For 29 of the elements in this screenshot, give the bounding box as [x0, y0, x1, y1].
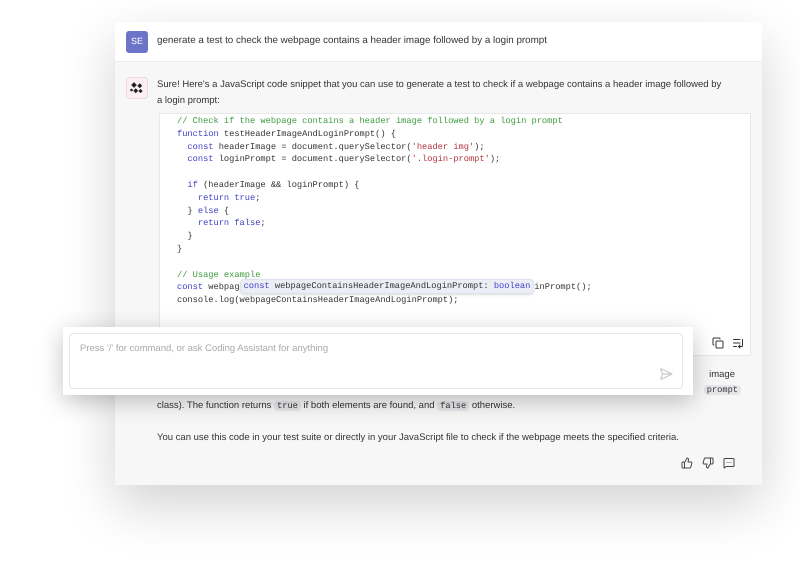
code-line: }	[186, 230, 193, 243]
paragraph-fragment: image	[709, 368, 735, 382]
code-line: return false;	[196, 217, 266, 230]
copy-icon[interactable]	[712, 337, 724, 349]
prompt-input[interactable]: Press '/' for command, or ask Coding Assistant for anything	[69, 333, 683, 389]
code-line: }	[177, 242, 182, 256]
code-line: // Usage example	[177, 268, 260, 282]
insert-icon[interactable]	[732, 337, 744, 349]
code-line: const headerImage = document.querySelector('header img');	[186, 140, 485, 154]
assistant-logo-icon	[126, 77, 148, 99]
type-tooltip: const webpageContainsHeaderImageAndLoginPrompt: boolean	[240, 279, 534, 294]
code-line: function testHeaderImageAndLoginPrompt() {	[177, 128, 396, 141]
code-line: if (headerImage && loginPrompt) {	[186, 178, 360, 192]
user-avatar: SE	[126, 30, 148, 52]
code-line: const loginPrompt = document.querySelector('.login-prompt');	[186, 153, 500, 166]
code-line: return true;	[196, 192, 260, 205]
thumbs-down-icon[interactable]	[702, 457, 714, 469]
code-line: const webpag	[177, 281, 240, 294]
code-line: } else {	[186, 204, 230, 218]
assistant-intro: Sure! Here's a JavaScript code snippet that you can use to generate a test to check if a webpage contains a header image followed by a login prompt:	[157, 78, 722, 108]
paragraph-fragment: prompt	[704, 383, 741, 398]
comment-icon[interactable]	[723, 457, 735, 469]
code-line: inPrompt();	[534, 281, 592, 294]
user-message: generate a test to check the webpage contains a header image followed by a login prompt	[157, 34, 547, 48]
code-line: console.log(webpageContainsHeaderImageAndLoginPrompt);	[177, 294, 459, 307]
code-line: // Check if the webpage contains a header image followed by a login prompt	[177, 115, 563, 128]
explanation-text: class). The function returns true if both elements are found, and false otherwise.	[157, 399, 516, 413]
thumbs-up-icon[interactable]	[681, 457, 693, 469]
closing-text: You can use this code in your test suite or directly in your JavaScript file to check if the webpage meets the specified criteria.	[157, 431, 679, 445]
